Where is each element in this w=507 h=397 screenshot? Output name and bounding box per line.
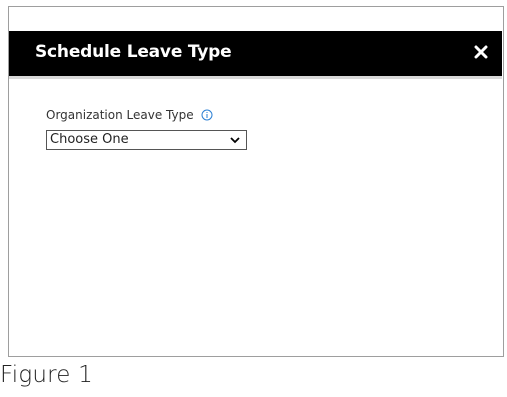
field-label-text: Organization Leave Type [46, 108, 194, 122]
dialog-header: Schedule Leave Type [9, 31, 502, 76]
dialog-title: Schedule Leave Type [35, 42, 232, 62]
header-divider [9, 76, 502, 79]
organization-leave-type-label: Organization Leave Type [46, 108, 213, 122]
info-icon[interactable] [201, 109, 213, 121]
chevron-down-icon [230, 137, 240, 144]
organization-leave-type-select[interactable]: Choose One [46, 130, 247, 150]
close-button[interactable] [470, 39, 492, 65]
figure-caption: Figure 1 [0, 362, 93, 388]
close-icon [474, 45, 488, 59]
select-value: Choose One [50, 132, 129, 147]
